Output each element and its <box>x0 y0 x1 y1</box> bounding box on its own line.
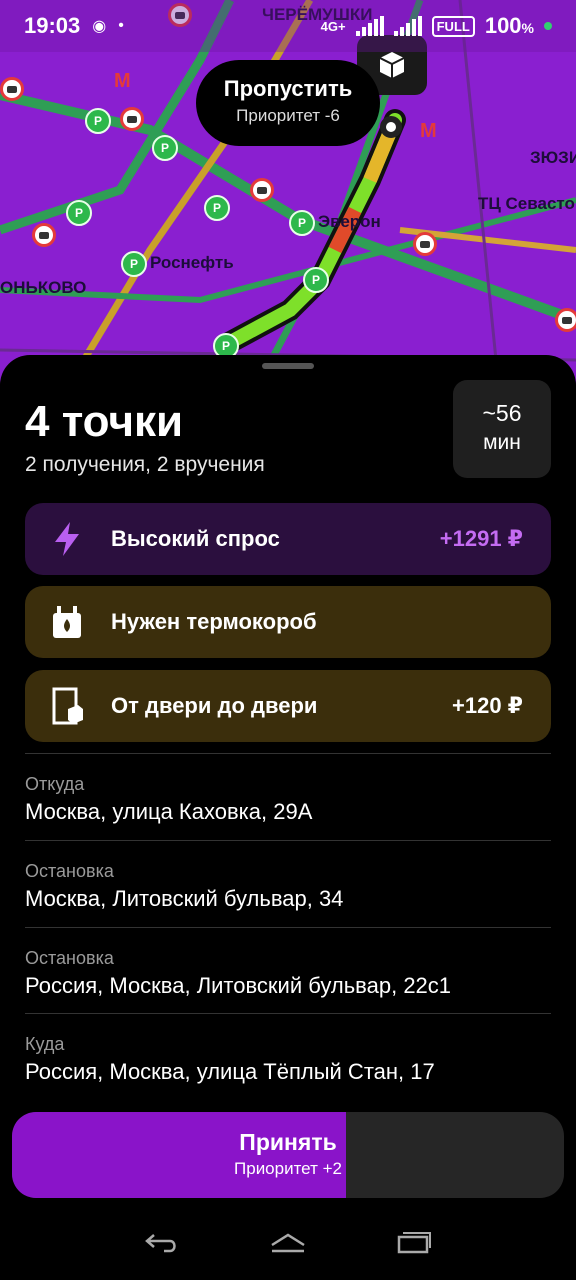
skip-button[interactable]: Пропустить Приоритет -6 <box>196 60 380 146</box>
metro-icon: M <box>420 120 437 142</box>
route-start-marker <box>380 116 402 138</box>
status-dot-icon <box>544 22 552 30</box>
address-caption: Откуда <box>25 774 85 794</box>
status-bar: 19:03 ◉ • 4G+ FULL 100% <box>0 0 576 52</box>
gas-station-icon[interactable]: P <box>303 267 329 293</box>
speed-camera-icon[interactable] <box>250 178 274 202</box>
sheet-grabber[interactable] <box>262 363 314 369</box>
speed-camera-icon[interactable] <box>0 77 24 101</box>
chip-value: +1291 ₽ <box>439 526 523 551</box>
address-caption: Остановка <box>25 948 114 968</box>
address-to: Куда Россия, Москва, улица Тёплый Стан, … <box>25 1013 551 1085</box>
map-view[interactable]: ЧЕРЁМУШКИ ЗЮЗИ ТЦ Севастоп Эверон Роснеф… <box>0 0 576 400</box>
door-package-icon <box>49 687 85 725</box>
chip-value: +120 ₽ <box>452 693 523 718</box>
gas-station-icon[interactable]: P <box>289 210 315 236</box>
signal-icon <box>355 16 384 36</box>
high-demand-chip[interactable]: Высокий спрос +1291 ₽ <box>25 503 551 575</box>
eta-badge: ~56 мин <box>453 380 551 478</box>
gas-station-icon[interactable]: P <box>152 135 178 161</box>
thermo-box-chip[interactable]: Нужен термокороб <box>25 586 551 658</box>
chip-label: Нужен термокороб <box>111 609 317 634</box>
address-stop: Остановка Москва, Литовский бульвар, 34 <box>25 840 551 912</box>
eta-value: ~56 <box>482 400 522 426</box>
address-value: Москва, улица Каховка, 29А <box>25 799 313 824</box>
address-stop: Остановка Россия, Москва, Литовский буль… <box>25 927 551 999</box>
speed-camera-icon[interactable] <box>120 107 144 131</box>
accept-button[interactable]: Принять Приоритет +2 <box>12 1112 564 1198</box>
map-label-tc: ТЦ Севастоп <box>478 194 576 213</box>
notification-icon: ◉ <box>92 18 107 35</box>
address-value: Россия, Москва, улица Тёплый Стан, 17 <box>25 1059 435 1084</box>
back-icon[interactable] <box>142 1228 182 1258</box>
gas-station-icon[interactable]: P <box>66 200 92 226</box>
address-from: Откуда Москва, улица Каховка, 29А <box>25 753 551 825</box>
door-to-door-chip[interactable]: От двери до двери +120 ₽ <box>25 670 551 742</box>
status-time: 19:03 <box>24 13 81 38</box>
map-label-zyuz: ЗЮЗИ <box>530 148 576 167</box>
map-label-rosneft: Роснефть <box>150 253 234 272</box>
map-label-konkovo: ОНЬКОВО <box>0 278 87 297</box>
speed-camera-icon[interactable] <box>555 308 576 332</box>
lightning-icon <box>49 521 85 557</box>
order-subtitle: 2 получения, 2 вручения <box>25 453 265 476</box>
signal-icon <box>393 16 422 36</box>
map-label-everon: Эверон <box>318 212 381 231</box>
chip-label: От двери до двери <box>111 693 318 718</box>
battery-level: 100% <box>484 13 534 38</box>
eta-unit: мин <box>483 431 521 454</box>
accept-title: Принять <box>239 1129 337 1155</box>
home-icon[interactable] <box>268 1228 308 1258</box>
skip-title: Пропустить <box>223 76 353 101</box>
address-value: Россия, Москва, Литовский бульвар, 22с1 <box>25 973 452 998</box>
gas-station-icon[interactable]: P <box>121 251 147 277</box>
metro-icon: M <box>114 70 131 92</box>
gas-station-icon[interactable]: P <box>85 108 111 134</box>
address-caption: Остановка <box>25 861 114 881</box>
accept-priority: Приоритет +2 <box>234 1159 342 1178</box>
speed-camera-icon[interactable] <box>413 232 437 256</box>
chip-label: Высокий спрос <box>111 526 280 551</box>
recents-icon[interactable] <box>394 1228 434 1258</box>
order-sheet: 4 точки 2 получения, 2 вручения ~56 мин … <box>0 355 576 1280</box>
dot-icon: • <box>118 17 124 34</box>
network-type: 4G+ <box>320 18 346 34</box>
skip-priority: Приоритет -6 <box>236 106 340 125</box>
thermo-box-icon <box>49 604 85 640</box>
speed-camera-icon[interactable] <box>32 223 56 247</box>
address-value: Москва, Литовский бульвар, 34 <box>25 886 344 911</box>
battery-icon: FULL <box>431 15 475 37</box>
package-box-icon <box>379 52 405 78</box>
address-caption: Куда <box>25 1034 65 1054</box>
gas-station-icon[interactable]: P <box>204 195 230 221</box>
order-title: 4 точки <box>25 397 184 446</box>
system-nav-bar <box>0 1205 576 1280</box>
